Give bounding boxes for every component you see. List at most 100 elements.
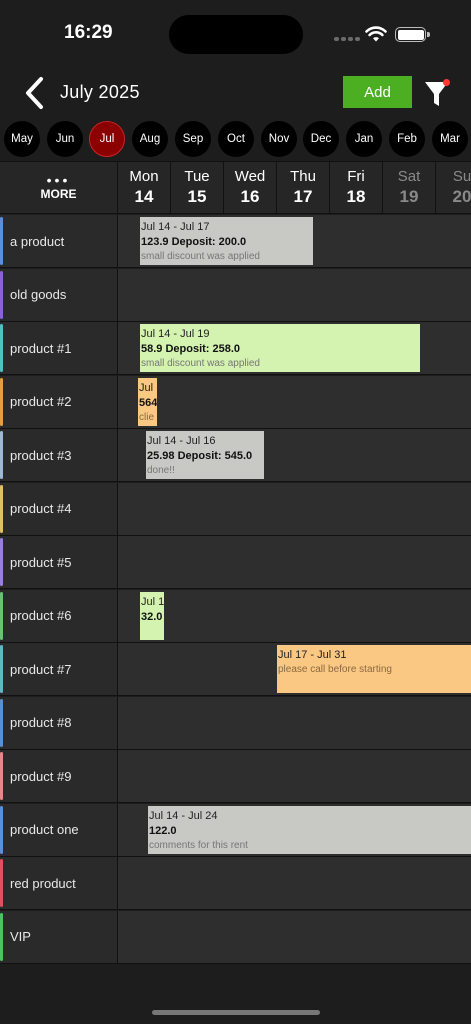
resource-color-marker <box>0 217 3 265</box>
booking-block[interactable]: Jul 14 - Jul 16 25.98 Deposit: 545.0 done!… <box>146 431 264 479</box>
resource-name: product one <box>10 822 79 837</box>
booking-amount: 25.98 Deposit: 545.0 <box>147 450 253 462</box>
resource-label[interactable]: VIP <box>0 910 118 963</box>
resource-row: product #7 Jul 17 - Jul 31 please call bef… <box>0 643 471 696</box>
resource-timeline[interactable] <box>118 857 471 909</box>
resource-color-marker <box>0 645 3 693</box>
resource-label[interactable]: product #1 <box>0 322 118 374</box>
resource-timeline[interactable] <box>118 910 471 963</box>
month-chip-dec[interactable]: Dec <box>303 121 339 157</box>
day-number: 18 <box>346 187 366 206</box>
resource-timeline[interactable]: Jul 14 - Jul 19 58.9 Deposit: 258.0 small … <box>118 322 471 374</box>
booking-dates: Jul 14 - Jul 17 <box>141 221 210 233</box>
day-name: Thu <box>290 168 316 185</box>
booking-amount: 564 <box>139 396 157 409</box>
resource-timeline[interactable]: Jul 14 - Jul 16 25.98 Deposit: 545.0 done!… <box>118 429 471 481</box>
resource-label[interactable]: a product <box>0 215 118 267</box>
resource-label[interactable]: product one <box>0 803 118 856</box>
booking-dates: Jul 1 <box>141 595 164 608</box>
resource-name: product #5 <box>10 554 72 570</box>
resource-label[interactable]: old goods <box>0 268 118 321</box>
resource-timeline[interactable]: Jul 14 - Jul 24 122.0 comments for this re… <box>118 803 471 856</box>
resource-label[interactable]: product #6 <box>0 589 118 642</box>
resource-label[interactable]: product #2 <box>0 375 118 428</box>
status-time: 16:29 <box>64 22 113 43</box>
resource-row: product #3 Jul 14 - Jul 16 25.98 Deposit: … <box>0 429 471 482</box>
booking-block[interactable]: Jul 1 32.0 <box>140 591 164 640</box>
day-column-mon[interactable]: Mon 14 <box>118 162 171 214</box>
back-button[interactable] <box>16 74 52 112</box>
resource-label[interactable]: product #7 <box>0 643 118 695</box>
resource-timeline[interactable]: Jul 1 32.0 <box>118 589 471 642</box>
more-button[interactable]: ••• MORE <box>0 162 118 214</box>
day-column-fri[interactable]: Fri 18 <box>330 162 383 214</box>
resource-label[interactable]: product #9 <box>0 750 118 802</box>
day-column-su[interactable]: Su 20 <box>436 162 471 214</box>
booking-dates: Jul <box>139 381 154 394</box>
month-chip-feb[interactable]: Feb <box>389 121 425 157</box>
day-column-sat[interactable]: Sat 19 <box>383 162 436 214</box>
resource-timeline[interactable]: Jul 14 - Jul 17 123.9 Deposit: 200.0 small… <box>118 215 471 267</box>
resource-row: VIP <box>0 910 471 964</box>
resource-label[interactable]: product #5 <box>0 536 118 588</box>
booking-block[interactable]: Jul 14 - Jul 24 122.0 comments for this re… <box>148 805 471 854</box>
month-chip-jun[interactable]: Jun <box>47 121 83 157</box>
month-chip-jul[interactable]: Jul <box>89 121 125 157</box>
resource-color-marker <box>0 431 3 479</box>
day-name: Fri <box>347 168 365 185</box>
resource-label[interactable]: red product <box>0 857 118 909</box>
resource-color-marker <box>0 752 3 800</box>
resource-color-marker <box>0 591 3 640</box>
resource-label[interactable]: product #3 <box>0 429 118 481</box>
month-chip-may[interactable]: May <box>4 121 40 157</box>
filter-button[interactable] <box>420 74 454 112</box>
booking-block[interactable]: Jul 14 - Jul 17 123.9 Deposit: 200.0 small… <box>140 217 313 265</box>
month-chip-sep[interactable]: Sep <box>175 121 211 157</box>
resource-timeline[interactable] <box>118 536 471 588</box>
month-chip-oct[interactable]: Oct <box>218 121 254 157</box>
booking-block[interactable]: Jul 17 - Jul 31 please call before starti… <box>277 645 471 693</box>
calendar-header: ••• MORE Mon 14 Tue 15 Wed 16 Thu 17 Fri 18 Sat 19 S… <box>0 161 471 214</box>
booking-dates: Jul 14 - Jul 19 <box>141 328 210 340</box>
cellular-signal-icon <box>334 37 360 41</box>
resource-timeline[interactable] <box>118 696 471 749</box>
booking-block[interactable]: Jul 14 - Jul 19 58.9 Deposit: 258.0 small … <box>140 324 420 372</box>
resource-label[interactable]: product #4 <box>0 482 118 535</box>
day-number: 16 <box>240 187 260 206</box>
wifi-icon <box>365 26 387 42</box>
home-indicator <box>152 1010 320 1015</box>
day-name: Sat <box>397 168 421 185</box>
status-bar: 16:29 <box>0 0 471 60</box>
day-name: Su <box>452 168 471 185</box>
resource-row: old goods <box>0 268 471 322</box>
day-column-tue[interactable]: Tue 15 <box>171 162 224 214</box>
resource-timeline[interactable] <box>118 750 471 802</box>
resource-timeline[interactable]: Jul 564 clie <box>118 375 471 428</box>
resource-timeline[interactable]: Jul 17 - Jul 31 please call before starti… <box>118 643 471 695</box>
page-title: July 2025 <box>60 82 140 102</box>
day-column-thu[interactable]: Thu 17 <box>277 162 330 214</box>
resource-name: product #7 <box>10 661 72 677</box>
resource-name: product #8 <box>10 715 72 730</box>
month-chip-jan[interactable]: Jan <box>346 121 382 157</box>
resource-row: product #6 Jul 1 32.0 <box>0 589 471 643</box>
day-column-wed[interactable]: Wed 16 <box>224 162 277 214</box>
booking-comment: comments for this rent <box>149 839 248 851</box>
resource-name: product #1 <box>10 340 72 356</box>
more-dots-icon: ••• <box>46 172 71 188</box>
booking-amount: 122.0 <box>149 824 177 837</box>
day-number: 17 <box>293 187 313 206</box>
booking-block[interactable]: Jul 564 clie <box>138 377 157 426</box>
resource-name: a product <box>10 233 65 249</box>
month-chip-mar[interactable]: Mar <box>432 121 468 157</box>
resource-name: product #2 <box>10 394 72 409</box>
month-chip-aug[interactable]: Aug <box>132 121 168 157</box>
resource-timeline[interactable] <box>118 482 471 535</box>
resource-row: product #9 <box>0 750 471 803</box>
resource-timeline[interactable] <box>118 268 471 321</box>
add-button[interactable]: Add <box>343 76 412 108</box>
resource-label[interactable]: product #8 <box>0 696 118 749</box>
resource-row: product #2 Jul 564 clie <box>0 375 471 429</box>
battery-icon <box>395 27 430 42</box>
month-chip-nov[interactable]: Nov <box>261 121 297 157</box>
